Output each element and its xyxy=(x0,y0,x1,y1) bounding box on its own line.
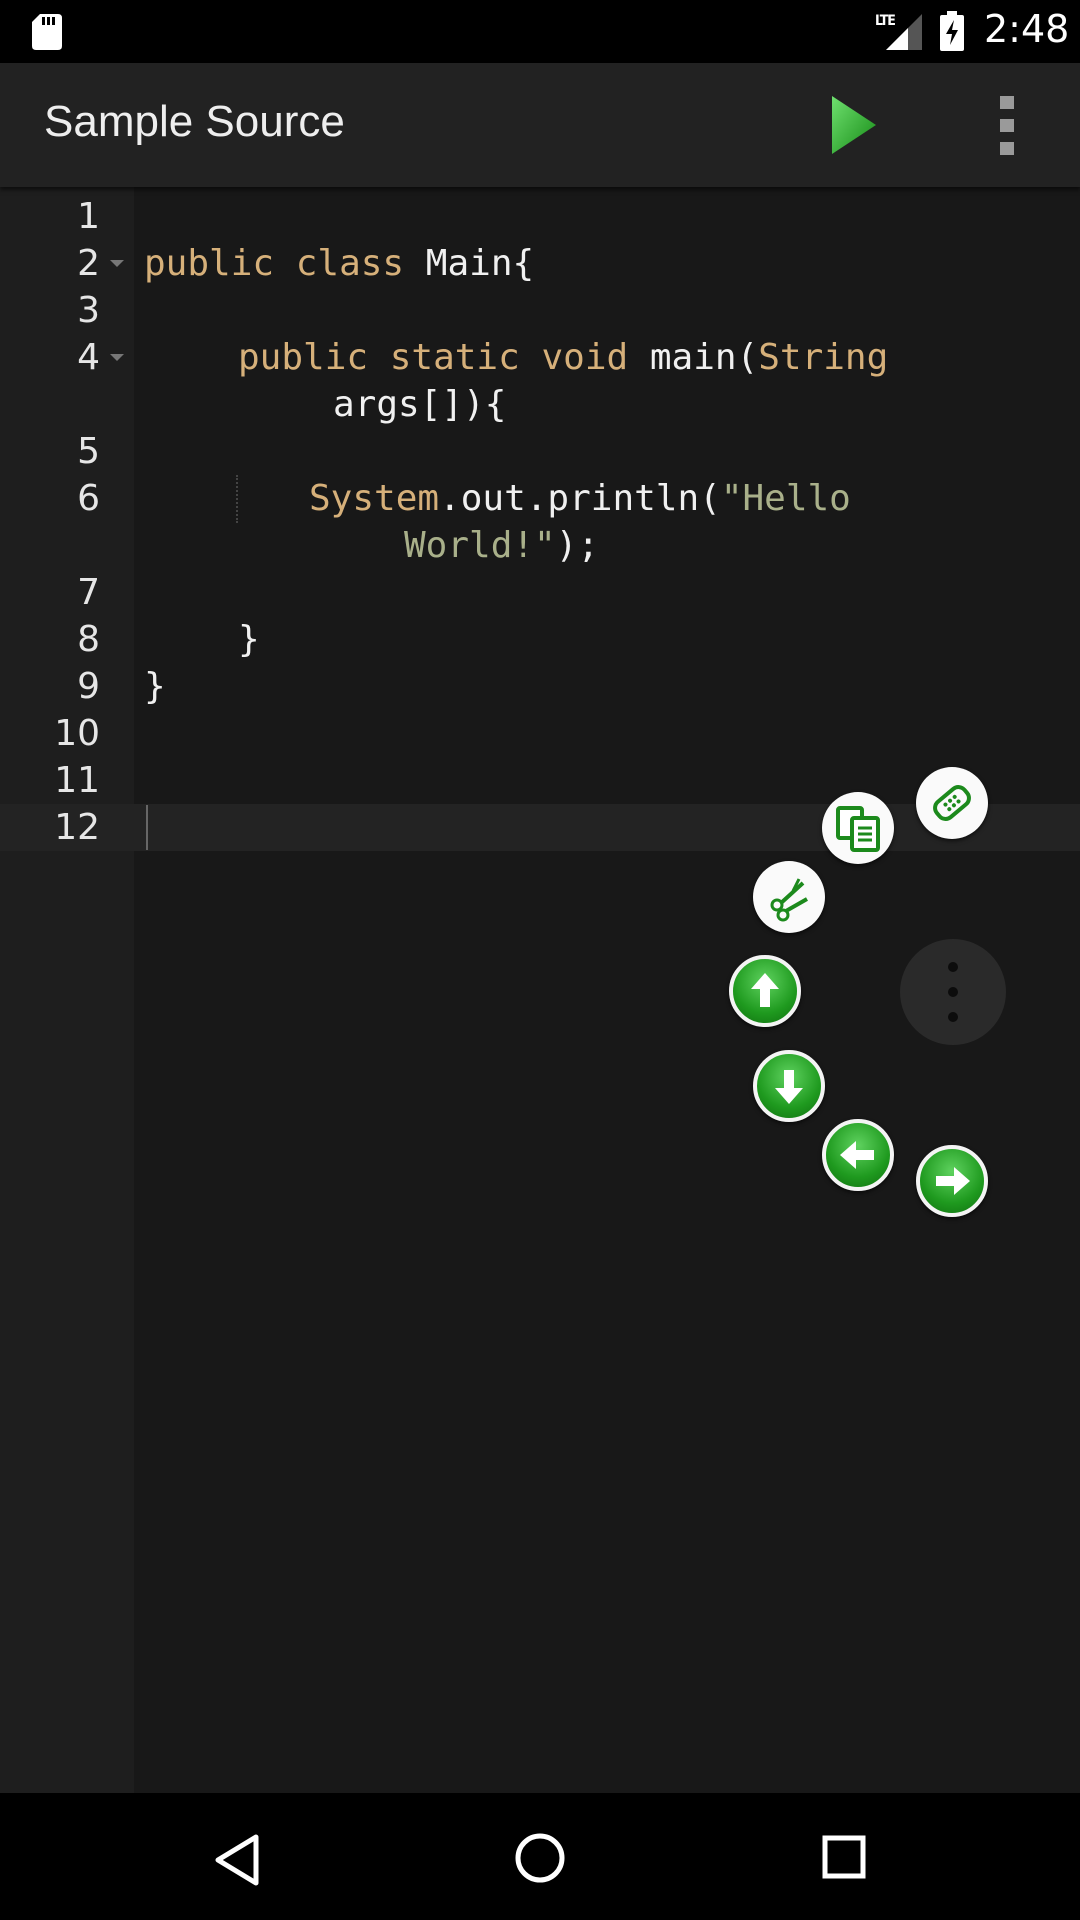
line-number: 2 xyxy=(77,243,100,284)
code-keyword: void xyxy=(541,337,629,378)
line-number: 5 xyxy=(77,431,100,472)
overflow-menu-icon[interactable] xyxy=(985,90,1029,160)
code-keyword: class xyxy=(295,243,405,284)
arrow-left-icon xyxy=(840,1141,874,1169)
paste-button[interactable] xyxy=(916,767,988,839)
cut-button[interactable] xyxy=(753,861,825,933)
cut-icon xyxy=(770,878,808,922)
arrow-up-icon xyxy=(751,973,779,1007)
fold-arrow-icon[interactable] xyxy=(110,260,124,267)
line-number: 10 xyxy=(54,713,100,754)
code-token: ); xyxy=(555,525,600,566)
code-line[interactable]: } xyxy=(144,663,166,710)
copy-button[interactable] xyxy=(822,792,894,864)
navigation-bar xyxy=(0,1793,1080,1920)
line-number: 4 xyxy=(77,337,100,378)
code-keyword: String xyxy=(758,337,889,378)
line-number: 12 xyxy=(54,807,100,848)
code-token: .out.println( xyxy=(439,478,721,519)
code-token: Main{ xyxy=(425,243,535,284)
line-number: 1 xyxy=(77,196,100,237)
code-string: "Hello xyxy=(720,478,851,519)
page-title: Sample Source xyxy=(44,97,345,146)
code-string: World!" xyxy=(404,525,556,566)
code-token: } xyxy=(238,619,260,660)
fold-arrow-icon[interactable] xyxy=(110,354,124,361)
code-token: args[]){ xyxy=(333,384,507,425)
arrow-down-button[interactable] xyxy=(753,1050,825,1122)
battery-charging-icon xyxy=(940,11,964,51)
code-keyword: static xyxy=(389,337,520,378)
arrow-down-icon xyxy=(775,1070,803,1104)
line-number: 9 xyxy=(77,666,100,707)
code-token: main( xyxy=(649,337,759,378)
line-number: 7 xyxy=(77,572,100,613)
code-keyword: System xyxy=(309,478,440,519)
code-editor[interactable]: 1 2 3 4 5 6 7 8 9 10 11 12 public class … xyxy=(0,187,1080,1793)
sd-card-icon xyxy=(32,14,62,50)
arrow-right-button[interactable] xyxy=(916,1145,988,1217)
home-icon[interactable] xyxy=(513,1831,567,1885)
code-line[interactable]: System.out.println("Hello xyxy=(309,475,851,522)
code-line[interactable]: } xyxy=(238,616,260,663)
code-line[interactable]: public class Main{ xyxy=(144,240,534,287)
floating-menu-button[interactable] xyxy=(900,939,1006,1045)
arrow-left-button[interactable] xyxy=(822,1119,894,1191)
code-token: } xyxy=(144,666,166,707)
status-bar: LTE 2:48 xyxy=(0,0,1080,63)
run-button[interactable] xyxy=(814,88,888,162)
line-number: 6 xyxy=(77,478,100,519)
line-number: 8 xyxy=(77,619,100,660)
text-cursor xyxy=(146,805,148,850)
code-line[interactable]: public static void main(String xyxy=(238,334,888,381)
line-number: 3 xyxy=(77,290,100,331)
status-clock: 2:48 xyxy=(984,7,1070,51)
code-line-wrap[interactable]: args[]){ xyxy=(333,381,506,428)
line-number: 11 xyxy=(54,760,100,801)
code-keyword: public xyxy=(238,337,369,378)
arrow-up-button[interactable] xyxy=(729,955,801,1027)
arrow-right-icon xyxy=(936,1167,970,1195)
code-keyword: public xyxy=(144,243,275,284)
indent-guide xyxy=(236,475,238,523)
back-icon[interactable] xyxy=(212,1833,262,1887)
app-bar: Sample Source xyxy=(0,63,1080,187)
code-line-wrap[interactable]: World!"); xyxy=(404,522,599,569)
recents-icon[interactable] xyxy=(822,1835,866,1879)
copy-icon xyxy=(836,806,880,852)
paste-icon xyxy=(933,785,971,821)
signal-icon xyxy=(886,14,922,50)
